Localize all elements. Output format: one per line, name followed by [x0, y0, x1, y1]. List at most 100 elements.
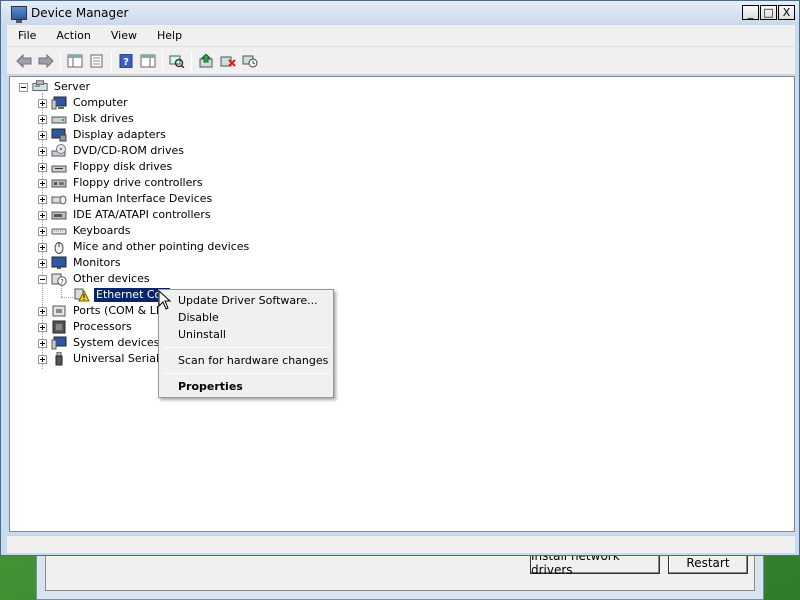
- tree-node-label: Floppy drive controllers: [73, 176, 203, 189]
- dvd-drive-icon: [51, 144, 67, 158]
- ide-controller-icon: [51, 208, 67, 222]
- status-bar: [7, 535, 795, 553]
- tree-node-display-adapters[interactable]: Display adapters: [38, 127, 168, 143]
- device-tree[interactable]: Server Computer Disk drives Display adap…: [9, 76, 795, 532]
- collapse-icon[interactable]: [19, 82, 28, 92]
- forward-arrow-icon[interactable]: [35, 50, 57, 72]
- server-icon: [32, 80, 48, 94]
- system-devices-icon: [51, 336, 67, 350]
- toolbar: ?: [7, 47, 795, 75]
- maximize-button[interactable]: □: [760, 5, 777, 20]
- menu-separator: [163, 347, 329, 348]
- expand-icon[interactable]: [38, 162, 47, 172]
- back-arrow-icon[interactable]: [13, 50, 35, 72]
- tree-node-disk-drives[interactable]: Disk drives: [38, 111, 136, 127]
- tree-node-ide-controllers[interactable]: IDE ATA/ATAPI controllers: [38, 207, 213, 223]
- minimize-button[interactable]: _: [742, 5, 759, 20]
- show-hide-console-tree-icon[interactable]: [64, 50, 86, 72]
- tree-node-label: Mice and other pointing devices: [73, 240, 250, 253]
- expand-icon[interactable]: [38, 130, 47, 140]
- display-adapter-icon: [51, 128, 67, 142]
- toolbar-separator: [191, 50, 192, 71]
- toolbar-separator: [111, 50, 112, 71]
- context-menu: Update Driver Software... Disable Uninst…: [158, 289, 334, 398]
- expand-icon[interactable]: [38, 242, 47, 252]
- expand-icon[interactable]: [38, 98, 47, 108]
- expand-icon[interactable]: [38, 354, 47, 364]
- tree-node-system-devices[interactable]: System devices: [38, 335, 161, 351]
- tree-node-human-interface-devices[interactable]: Human Interface Devices: [38, 191, 214, 207]
- collapse-icon[interactable]: [38, 274, 47, 284]
- scan-hardware-icon[interactable]: [166, 50, 188, 72]
- expand-icon[interactable]: [38, 338, 47, 348]
- window-title: Device Manager: [31, 6, 129, 20]
- help-icon[interactable]: ?: [115, 50, 137, 72]
- tree-node-label: Human Interface Devices: [73, 192, 213, 205]
- menu-help[interactable]: Help: [146, 29, 191, 42]
- title-bar[interactable]: Device Manager _ □ X: [1, 1, 799, 25]
- tree-node-processors[interactable]: Processors: [38, 319, 134, 335]
- keyboard-icon: [51, 224, 67, 238]
- tree-node-keyboards[interactable]: Keyboards: [38, 223, 132, 239]
- tree-node-label: Processors: [73, 320, 132, 333]
- monitor-icon: [51, 256, 67, 270]
- tree-node-ports[interactable]: Ports (COM & LPT: [38, 303, 171, 319]
- expand-icon[interactable]: [38, 258, 47, 268]
- svg-text:?: ?: [123, 57, 129, 68]
- tree-node-label: Floppy disk drives: [73, 160, 173, 173]
- tree-node-label: IDE ATA/ATAPI controllers: [73, 208, 211, 221]
- toolbar-separator: [162, 50, 163, 71]
- disk-drive-icon: [51, 112, 67, 126]
- tree-node-label: DVD/CD-ROM drives: [73, 144, 184, 157]
- uninstall-icon[interactable]: [217, 50, 239, 72]
- menu-item-scan-hardware[interactable]: Scan for hardware changes: [161, 352, 331, 369]
- show-action-pane-icon[interactable]: [137, 50, 159, 72]
- tree-node-label: Keyboards: [73, 224, 131, 237]
- mouse-icon: [51, 240, 67, 254]
- menu-bar: File Action View Help: [7, 25, 795, 47]
- device-manager-icon: [11, 6, 27, 23]
- expand-icon[interactable]: [38, 146, 47, 156]
- mouse-cursor-icon: [158, 290, 172, 310]
- tree-node-ethernet-controller[interactable]: Ethernet Con: [74, 287, 172, 303]
- tree-node-label: Monitors: [73, 256, 121, 269]
- tree-node-dvd-drives[interactable]: DVD/CD-ROM drives: [38, 143, 186, 159]
- tree-node-computer[interactable]: Computer: [38, 95, 130, 111]
- usb-icon: [51, 352, 67, 366]
- floppy-controller-icon: [51, 176, 67, 190]
- tree-node-label: Disk drives: [73, 112, 134, 125]
- expand-icon[interactable]: [38, 322, 47, 332]
- tree-node-other-devices[interactable]: ? Other devices: [38, 271, 152, 287]
- tree-node-label: Display adapters: [73, 128, 166, 141]
- menu-action[interactable]: Action: [45, 29, 99, 42]
- expand-icon[interactable]: [38, 306, 47, 316]
- tree-node-floppy-disk-drives[interactable]: Floppy disk drives: [38, 159, 174, 175]
- tree-root[interactable]: Server: [19, 79, 92, 95]
- port-icon: [51, 304, 67, 318]
- menu-item-update-driver[interactable]: Update Driver Software...: [161, 292, 331, 309]
- expand-icon[interactable]: [38, 178, 47, 188]
- other-devices-icon: ?: [51, 272, 67, 286]
- expand-icon[interactable]: [38, 226, 47, 236]
- disable-device-icon[interactable]: [239, 50, 261, 72]
- expand-icon[interactable]: [38, 114, 47, 124]
- tree-node-label: System devices: [73, 336, 160, 349]
- expand-icon[interactable]: [38, 194, 47, 204]
- expand-icon[interactable]: [38, 210, 47, 220]
- tree-node-label: Ports (COM & LPT: [73, 304, 170, 317]
- close-button[interactable]: X: [778, 5, 795, 20]
- device-manager-window: Device Manager _ □ X File Action View He…: [0, 0, 800, 556]
- menu-item-uninstall[interactable]: Uninstall: [161, 326, 331, 343]
- tree-node-monitors[interactable]: Monitors: [38, 255, 123, 271]
- menu-view[interactable]: View: [100, 29, 146, 42]
- tree-node-mice[interactable]: Mice and other pointing devices: [38, 239, 251, 255]
- tree-node-floppy-drive-controllers[interactable]: Floppy drive controllers: [38, 175, 205, 191]
- menu-item-disable[interactable]: Disable: [161, 309, 331, 326]
- processor-icon: [51, 320, 67, 334]
- properties-icon[interactable]: [86, 50, 108, 72]
- update-driver-icon[interactable]: [195, 50, 217, 72]
- menu-item-properties[interactable]: Properties: [161, 378, 331, 395]
- menu-file[interactable]: File: [7, 29, 45, 42]
- tree-root-label: Server: [54, 80, 91, 93]
- hid-icon: [51, 192, 67, 206]
